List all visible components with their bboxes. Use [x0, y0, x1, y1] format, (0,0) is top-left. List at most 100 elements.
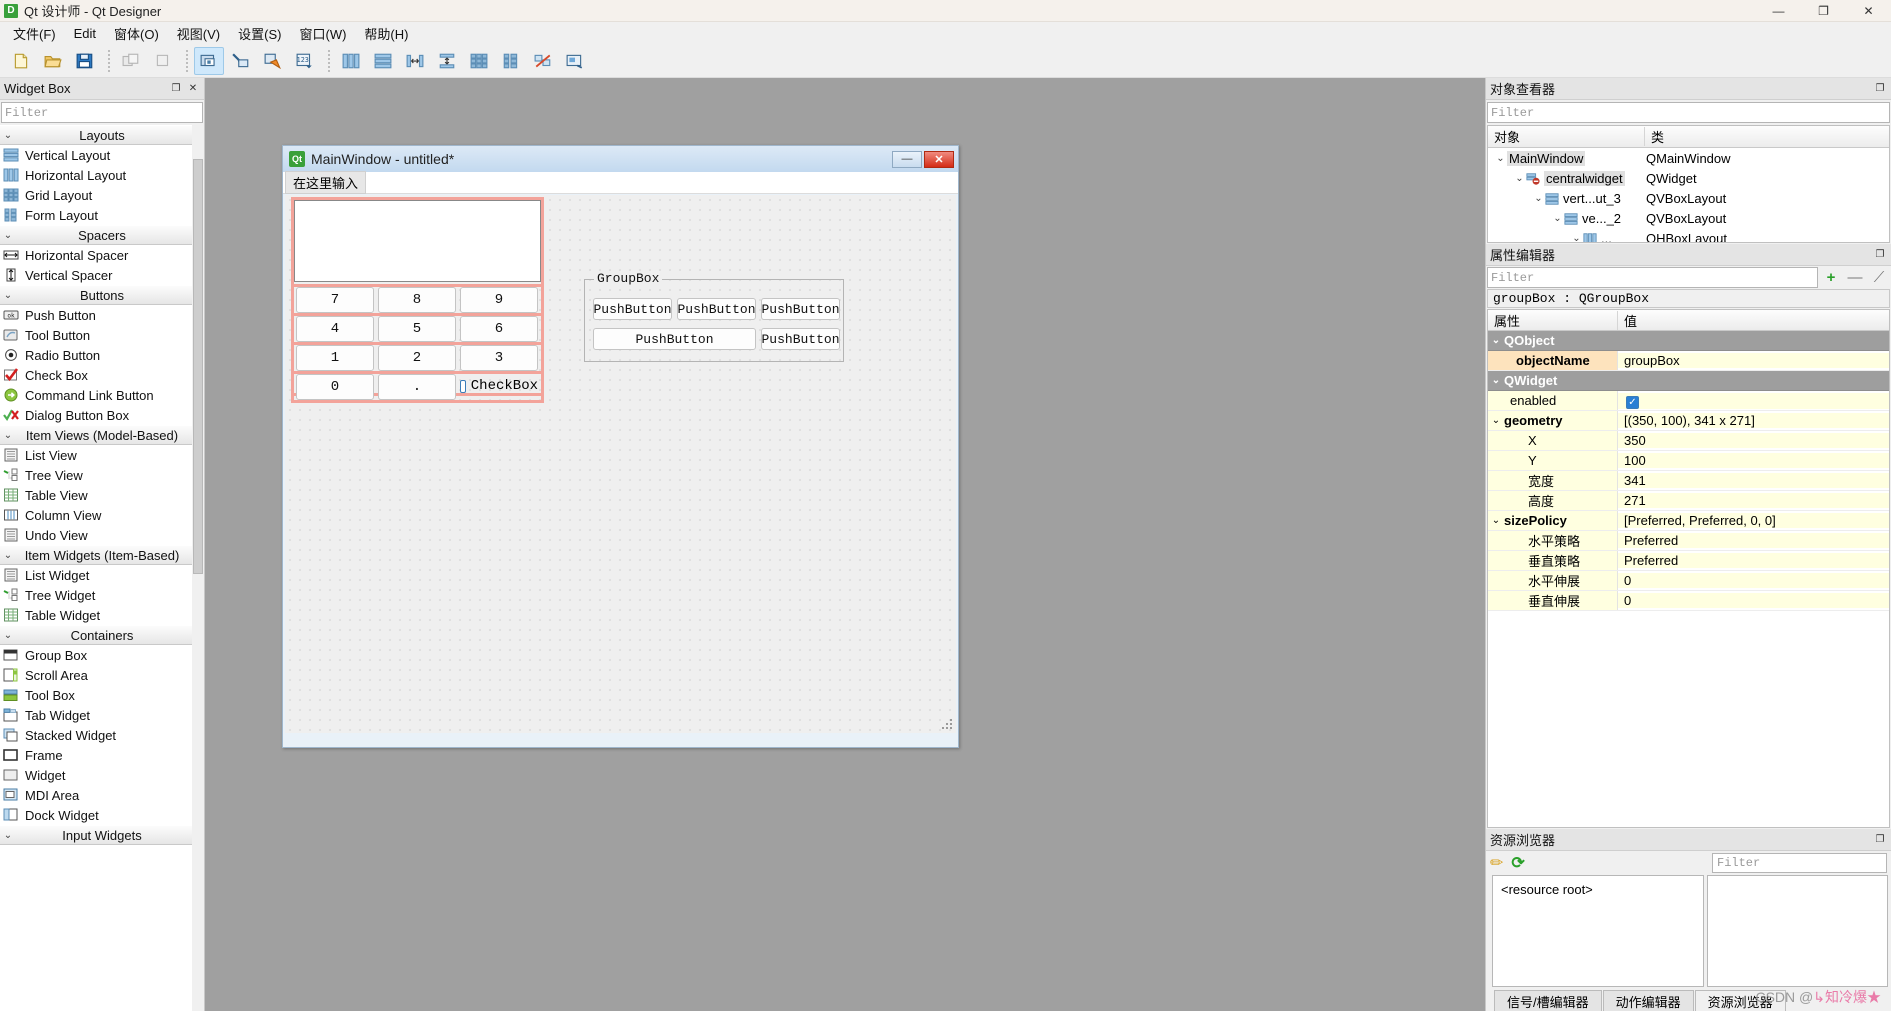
widget-category-spacers[interactable]: ⌄Spacers: [0, 225, 204, 245]
edit-signals-slots-icon[interactable]: [226, 47, 256, 75]
widget-item-table-view[interactable]: Table View: [0, 485, 204, 505]
widget-item-grid-layout[interactable]: Grid Layout: [0, 185, 204, 205]
open-file-icon[interactable]: [38, 47, 68, 75]
menu-type-here-placeholder[interactable]: 在这里输入: [285, 171, 366, 194]
property-checkbox[interactable]: ✓: [1626, 396, 1639, 409]
bottom-tab[interactable]: 动作编辑器: [1603, 990, 1694, 1011]
new-file-icon[interactable]: [6, 47, 36, 75]
widget-item-check-box[interactable]: Check Box: [0, 365, 204, 385]
layout-splitter-vertical-icon[interactable]: [432, 47, 462, 75]
groupbox-pushbutton[interactable]: PushButton: [593, 298, 672, 320]
widget-category-layouts[interactable]: ⌄Layouts: [0, 125, 204, 145]
groupbox-pushbutton[interactable]: PushButton: [593, 328, 756, 350]
calculator-display[interactable]: [294, 200, 541, 282]
chevron-down-icon[interactable]: ⌄: [1532, 193, 1545, 204]
widget-item-list-widget[interactable]: List Widget: [0, 565, 204, 585]
groupbox-pushbutton[interactable]: PushButton: [761, 328, 840, 350]
maximize-button[interactable]: ❐: [1801, 0, 1846, 22]
chevron-down-icon[interactable]: ⌄: [1494, 153, 1507, 164]
widget-item-scroll-area[interactable]: Scroll Area: [0, 665, 204, 685]
calculator-button-2[interactable]: 2: [378, 345, 456, 371]
widget-item-table-widget[interactable]: Table Widget: [0, 605, 204, 625]
widget-item-undo-view[interactable]: Undo View: [0, 525, 204, 545]
property-row[interactable]: ⌄QObject: [1488, 331, 1889, 351]
calculator-button-4[interactable]: 4: [296, 316, 374, 342]
layout-vertically-icon[interactable]: [368, 47, 398, 75]
layout-grid-icon[interactable]: [464, 47, 494, 75]
calculator-button-0[interactable]: 0: [296, 374, 374, 400]
float-icon[interactable]: ❐: [169, 82, 183, 96]
calculator-button-1[interactable]: 1: [296, 345, 374, 371]
object-inspector-filter-input[interactable]: Filter: [1487, 102, 1890, 123]
close-button[interactable]: ✕: [1846, 0, 1891, 22]
property-row[interactable]: 垂直策略Preferred: [1488, 551, 1889, 571]
calculator-button-5[interactable]: 5: [378, 316, 456, 342]
property-row[interactable]: 高度271: [1488, 491, 1889, 511]
object-tree-row[interactable]: ⌄ve..._2QVBoxLayout: [1488, 208, 1889, 228]
chevron-down-icon[interactable]: ⌄: [1488, 335, 1504, 346]
widget-box-scrollbar[interactable]: [192, 125, 204, 1011]
groupbox-pushbutton[interactable]: PushButton: [677, 298, 756, 320]
property-row[interactable]: X350: [1488, 431, 1889, 451]
widget-item-group-box[interactable]: Group Box: [0, 645, 204, 665]
bottom-tab[interactable]: 信号/槽编辑器: [1494, 990, 1602, 1011]
chevron-down-icon[interactable]: ⌄: [1551, 213, 1564, 224]
widget-box-list[interactable]: ⌄LayoutsVertical LayoutHorizontal Layout…: [0, 125, 204, 1011]
widget-item-vertical-spacer[interactable]: Vertical Spacer: [0, 265, 204, 285]
widget-item-radio-button[interactable]: Radio Button: [0, 345, 204, 365]
widget-item-stacked-widget[interactable]: Stacked Widget: [0, 725, 204, 745]
menu-view[interactable]: 视图(V): [168, 22, 229, 45]
edit-buddies-icon[interactable]: [258, 47, 288, 75]
resource-preview[interactable]: [1707, 875, 1888, 987]
layout-splitter-horizontal-icon[interactable]: [400, 47, 430, 75]
form-body[interactable]: 7894561230.CheckBox GroupBox PushButtonP…: [285, 195, 956, 733]
object-tree[interactable]: 对象 类 ⌄MainWindowQMainWindow⌄centralwidge…: [1487, 125, 1890, 243]
layout-horizontally-icon[interactable]: [336, 47, 366, 75]
float-icon[interactable]: ❐: [1873, 82, 1887, 96]
close-icon[interactable]: ✕: [186, 82, 200, 96]
remove-property-icon[interactable]: —: [1844, 267, 1866, 288]
widget-box-filter-input[interactable]: Filter: [1, 102, 203, 123]
property-row[interactable]: 垂直伸展0: [1488, 591, 1889, 611]
object-tree-row[interactable]: ⌄vert...ut_3QVBoxLayout: [1488, 188, 1889, 208]
menu-help[interactable]: 帮助(H): [355, 22, 417, 45]
widget-item-column-view[interactable]: Column View: [0, 505, 204, 525]
widget-item-vertical-layout[interactable]: Vertical Layout: [0, 145, 204, 165]
break-layout-icon[interactable]: [528, 47, 558, 75]
form-window[interactable]: Qt MainWindow - untitled* — ✕ 在这里输入 7894…: [282, 145, 959, 748]
calculator-button-3[interactable]: 3: [460, 345, 538, 371]
edit-widgets-icon[interactable]: [194, 47, 224, 75]
form-minimize-button[interactable]: —: [892, 151, 922, 168]
undo-icon[interactable]: [116, 47, 146, 75]
widget-item-tool-button[interactable]: Tool Button: [0, 325, 204, 345]
property-row[interactable]: 水平策略Preferred: [1488, 531, 1889, 551]
widget-item-tree-widget[interactable]: Tree Widget: [0, 585, 204, 605]
chevron-down-icon[interactable]: ⌄: [1488, 415, 1504, 426]
property-table[interactable]: 属性 值 ⌄QObjectobjectNamegroupBox⌄QWidgete…: [1487, 309, 1890, 828]
widget-category-containers[interactable]: ⌄Containers: [0, 625, 204, 645]
widget-item-horizontal-layout[interactable]: Horizontal Layout: [0, 165, 204, 185]
widget-item-dock-widget[interactable]: Dock Widget: [0, 805, 204, 825]
float-icon[interactable]: ❐: [1873, 833, 1887, 847]
widget-item-horizontal-spacer[interactable]: Horizontal Spacer: [0, 245, 204, 265]
calculator-button-7[interactable]: 7: [296, 287, 374, 313]
widget-item-frame[interactable]: Frame: [0, 745, 204, 765]
resize-grip-icon[interactable]: [941, 718, 953, 730]
configure-property-icon[interactable]: ⟋: [1868, 267, 1890, 288]
resource-tree[interactable]: <resource root>: [1492, 875, 1704, 987]
menu-settings[interactable]: 设置(S): [229, 22, 290, 45]
widget-item-dialog-button-box[interactable]: Dialog Button Box: [0, 405, 204, 425]
widget-category-buttons[interactable]: ⌄Buttons: [0, 285, 204, 305]
widget-item-push-button[interactable]: okPush Button: [0, 305, 204, 325]
calculator-button-9[interactable]: 9: [460, 287, 538, 313]
menu-file[interactable]: 文件(F): [4, 22, 65, 45]
widget-item-tree-view[interactable]: Tree View: [0, 465, 204, 485]
widget-item-widget[interactable]: Widget: [0, 765, 204, 785]
widget-category-input-widgets[interactable]: ⌄Input Widgets: [0, 825, 204, 845]
object-tree-row[interactable]: ⌄MainWindowQMainWindow: [1488, 148, 1889, 168]
groupbox-widget[interactable]: GroupBox PushButtonPushButtonPushButtonP…: [584, 279, 844, 362]
edit-resources-icon[interactable]: ✏: [1490, 853, 1503, 873]
edit-tab-order-icon[interactable]: 123: [290, 47, 320, 75]
property-row[interactable]: ⌄geometry[(350, 100), 341 x 271]: [1488, 411, 1889, 431]
chevron-down-icon[interactable]: ⌄: [1488, 515, 1504, 526]
